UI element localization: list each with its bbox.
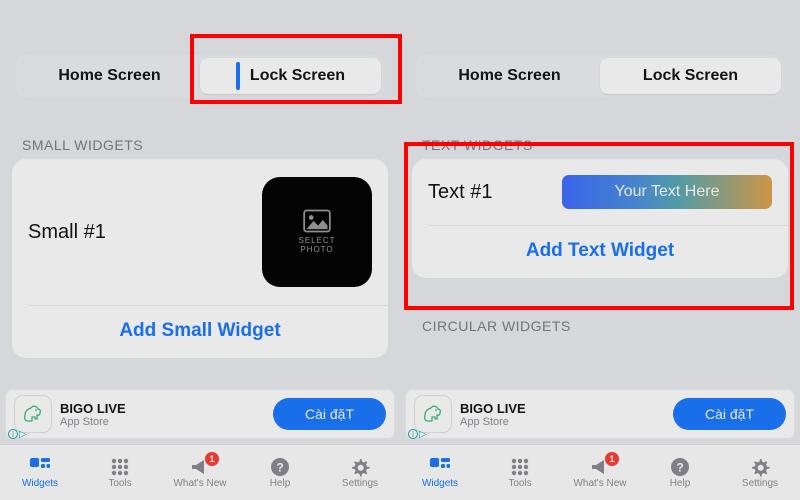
ad-app-icon: [414, 395, 452, 433]
gear-icon: [750, 456, 770, 478]
segment-home[interactable]: Home Screen: [419, 58, 600, 94]
image-icon: [303, 209, 331, 233]
tab-help[interactable]: ? Help: [640, 445, 720, 500]
svg-text:?: ?: [276, 461, 283, 475]
section-header-text-widgets: TEXT WIDGETS: [422, 137, 778, 153]
tab-bar: Widgets Tools 1 What's New ? Help Settin…: [0, 444, 400, 500]
svg-text:?: ?: [676, 461, 683, 475]
tab-widgets[interactable]: Widgets: [0, 445, 80, 500]
badge: 1: [605, 452, 619, 466]
tools-icon: [109, 456, 131, 478]
dino-icon: [420, 401, 446, 427]
ad-subtitle: App Store: [460, 416, 526, 428]
gear-icon: [350, 456, 370, 478]
segment-home[interactable]: Home Screen: [19, 58, 200, 94]
tab-widgets[interactable]: Widgets: [400, 445, 480, 500]
tab-bar: Widgets Tools 1 What's New ? Help Settin…: [400, 444, 800, 500]
small-widgets-card: Small #1 SELECTPHOTO Add Small Widget: [12, 159, 388, 358]
adchoices-icon[interactable]: i▷: [8, 429, 27, 440]
section-header-small-widgets: SMALL WIDGETS: [22, 137, 378, 153]
tab-settings[interactable]: Settings: [720, 445, 800, 500]
select-photo-thumbnail[interactable]: SELECTPHOTO: [262, 177, 372, 287]
thumb-caption: SELECTPHOTO: [298, 237, 335, 255]
adchoices-icon[interactable]: i▷: [408, 429, 427, 440]
ad-install-button[interactable]: Cài đặT: [273, 398, 386, 430]
text-widget-row[interactable]: Text #1 Your Text Here: [412, 159, 788, 225]
your-text-here-button[interactable]: Your Text Here: [562, 175, 772, 209]
tab-help[interactable]: ? Help: [240, 445, 320, 500]
ad-banner: BIGO LIVE App Store Cài đặT i▷: [6, 390, 394, 438]
badge: 1: [205, 452, 219, 466]
segmented-control: Home Screen Lock Screen: [416, 55, 784, 97]
help-icon: ?: [670, 456, 690, 478]
small-widget-name: Small #1: [28, 221, 106, 244]
tab-whats-new[interactable]: 1 What's New: [160, 445, 240, 500]
tab-tools[interactable]: Tools: [480, 445, 560, 500]
section-header-circular-widgets: CIRCULAR WIDGETS: [422, 318, 778, 334]
small-widget-row[interactable]: Small #1 SELECTPHOTO: [12, 159, 388, 305]
tab-settings[interactable]: Settings: [320, 445, 400, 500]
tab-whats-new[interactable]: 1 What's New: [560, 445, 640, 500]
add-text-widget-button[interactable]: Add Text Widget: [412, 226, 788, 278]
ad-subtitle: App Store: [60, 416, 126, 428]
ad-app-icon: [14, 395, 52, 433]
help-icon: ?: [270, 456, 290, 478]
ad-install-button[interactable]: Cài đặT: [673, 398, 786, 430]
segment-lock[interactable]: Lock Screen: [600, 58, 781, 94]
tools-icon: [509, 456, 531, 478]
ad-title: BIGO LIVE: [460, 401, 526, 416]
widgets-icon: [29, 456, 51, 478]
text-widget-name: Text #1: [428, 181, 492, 204]
ad-title: BIGO LIVE: [60, 401, 126, 416]
text-widgets-card: Text #1 Your Text Here Add Text Widget: [412, 159, 788, 278]
widgets-icon: [429, 456, 451, 478]
segmented-control: Home Screen Lock Screen: [16, 55, 384, 97]
dino-icon: [20, 401, 46, 427]
tab-tools[interactable]: Tools: [80, 445, 160, 500]
megaphone-icon: 1: [189, 456, 211, 478]
ad-banner: BIGO LIVE App Store Cài đặT i▷: [406, 390, 794, 438]
segment-lock[interactable]: Lock Screen: [200, 58, 381, 94]
add-small-widget-button[interactable]: Add Small Widget: [12, 306, 388, 358]
megaphone-icon: 1: [589, 456, 611, 478]
